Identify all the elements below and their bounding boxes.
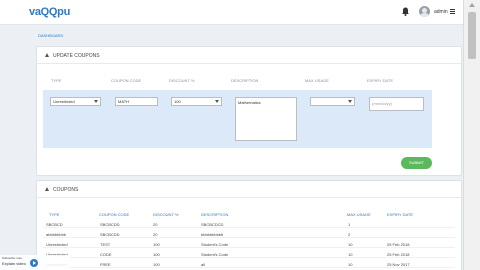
chevron-down-icon [215,100,219,103]
submit-button[interactable]: SUBMIT [401,157,432,169]
cell-description: all [201,262,206,267]
coupon-code-value: MATH [118,99,130,104]
collapse-triangle-icon[interactable] [45,53,49,57]
table-row[interactable]: SBCBCD SBCBCDD 20 SBCBCDCD 1 [43,220,455,228]
cell-type: SBCBCD [46,222,63,227]
cell-description: bbbbbbbbbb [201,232,224,237]
cell-coupon-code: SBCBCDD [100,222,120,227]
cell-discount: 100 [153,242,160,247]
col-header-type: TYPE [51,78,62,83]
panel-header: UPDATE COUPONS [37,47,461,64]
discount-select[interactable]: 100 [171,97,222,106]
col-header-max-usage: MAX USAGE [305,78,329,83]
expiry-date-input[interactable]: (mm/dd/yy) [369,97,424,111]
cell-max-usage: 10 [348,242,353,247]
expiry-date-placeholder: (mm/dd/yy) [372,101,392,106]
cell-coupon-code: CODE [100,252,112,257]
coupons-panel: COUPONS TYPE COUPON CODE DISCOUNT % DESC… [36,180,462,270]
table-header-discount[interactable]: DISCOUNT % [153,212,178,217]
table-row[interactable]: Unrestricted CODE 100 Student's Code 10 … [43,250,455,258]
table-row[interactable]: abbbbbbbb SBCBCDD 20 bbbbbbbbbb 2 [43,230,455,238]
avatar[interactable] [419,6,430,17]
scroll-thumb[interactable] [468,12,476,59]
cell-max-usage: 10 [348,252,353,257]
cell-discount: 100 [153,252,160,257]
cell-type: abbbbbbbb [46,232,67,237]
cell-description: Student's Code [201,252,229,257]
cell-coupon-code: FREE [100,262,111,267]
discount-select-value: 100 [174,99,181,104]
chevron-down-icon [94,100,98,103]
type-select[interactable]: Unrestricted [50,97,101,106]
table-header-description[interactable]: DESCRIPTION [201,212,228,217]
cell-max-usage: 2 [348,232,351,237]
cell-expiry-date: 25 Nov 2017 [387,262,410,267]
admin-name[interactable]: admin [434,9,448,15]
table-header-max-usage[interactable]: Max Usage [347,212,371,217]
cell-type: Unrestricted [46,242,68,247]
col-header-expiry-date: EXPIRY DATE [367,78,394,83]
top-bar: vaQQpu admin [0,0,463,25]
col-header-coupon-code: COUPON CODE [111,78,142,83]
panel-title: UPDATE COUPONS [53,53,100,59]
scroll-up-arrow-icon[interactable] [469,3,475,7]
chevron-down-icon [348,100,352,103]
type-select-value: Unrestricted [53,99,75,104]
table-header-type[interactable]: TYPE [49,212,59,217]
panel-title: COUPONS [53,187,79,193]
cell-coupon-code: TEST [100,242,111,247]
update-coupons-panel: UPDATE COUPONS TYPE COUPON CODE DISCOUNT… [36,46,462,176]
table-row[interactable]: Unrestricted TEST 100 Student's Code 10 … [43,240,455,248]
bell-icon[interactable] [402,7,409,16]
play-icon[interactable] [30,259,38,267]
cell-description: Student's Code [201,242,229,247]
table-header-expiry-date[interactable]: EXPIRY DATE [387,212,413,217]
col-header-description: DESCRIPTION [231,78,259,83]
menu-icon[interactable] [450,9,455,14]
table-header-coupon-code[interactable]: COUPON CODE [99,212,129,217]
description-value: Mathematics [238,100,261,105]
cell-coupon-code: SBCBCDD [100,232,120,237]
breadcrumb[interactable]: DASHBOARD [38,33,63,38]
cell-max-usage: 10 [348,262,353,267]
scrollbar[interactable] [463,0,480,270]
cell-expiry-date: 25 Feb 2018 [387,242,410,247]
app-logo[interactable]: vaQQpu [29,6,70,18]
overlay-caption: Subscribe now [2,256,22,260]
collapse-triangle-icon[interactable] [45,187,49,191]
coupon-code-input[interactable]: MATH [115,97,158,106]
col-header-discount: DISCOUNT % [169,78,195,83]
cell-discount: 20 [153,232,158,237]
description-textarea[interactable]: Mathematics [235,97,297,141]
panel-header: COUPONS [37,181,461,198]
cell-description: SBCBCDCD [201,222,224,227]
cell-expiry-date: 25 Feb 2018 [387,252,410,257]
overlay-label: Explain video [2,261,26,266]
table-row[interactable]: Unrestricted FREE 100 all 10 25 Nov 2017 [43,260,455,268]
max-usage-select[interactable] [310,97,355,106]
cell-discount: 100 [153,262,160,267]
video-overlay[interactable]: Subscribe now Explain video [0,255,70,270]
cell-discount: 20 [153,222,158,227]
cell-max-usage: 1 [348,222,351,227]
